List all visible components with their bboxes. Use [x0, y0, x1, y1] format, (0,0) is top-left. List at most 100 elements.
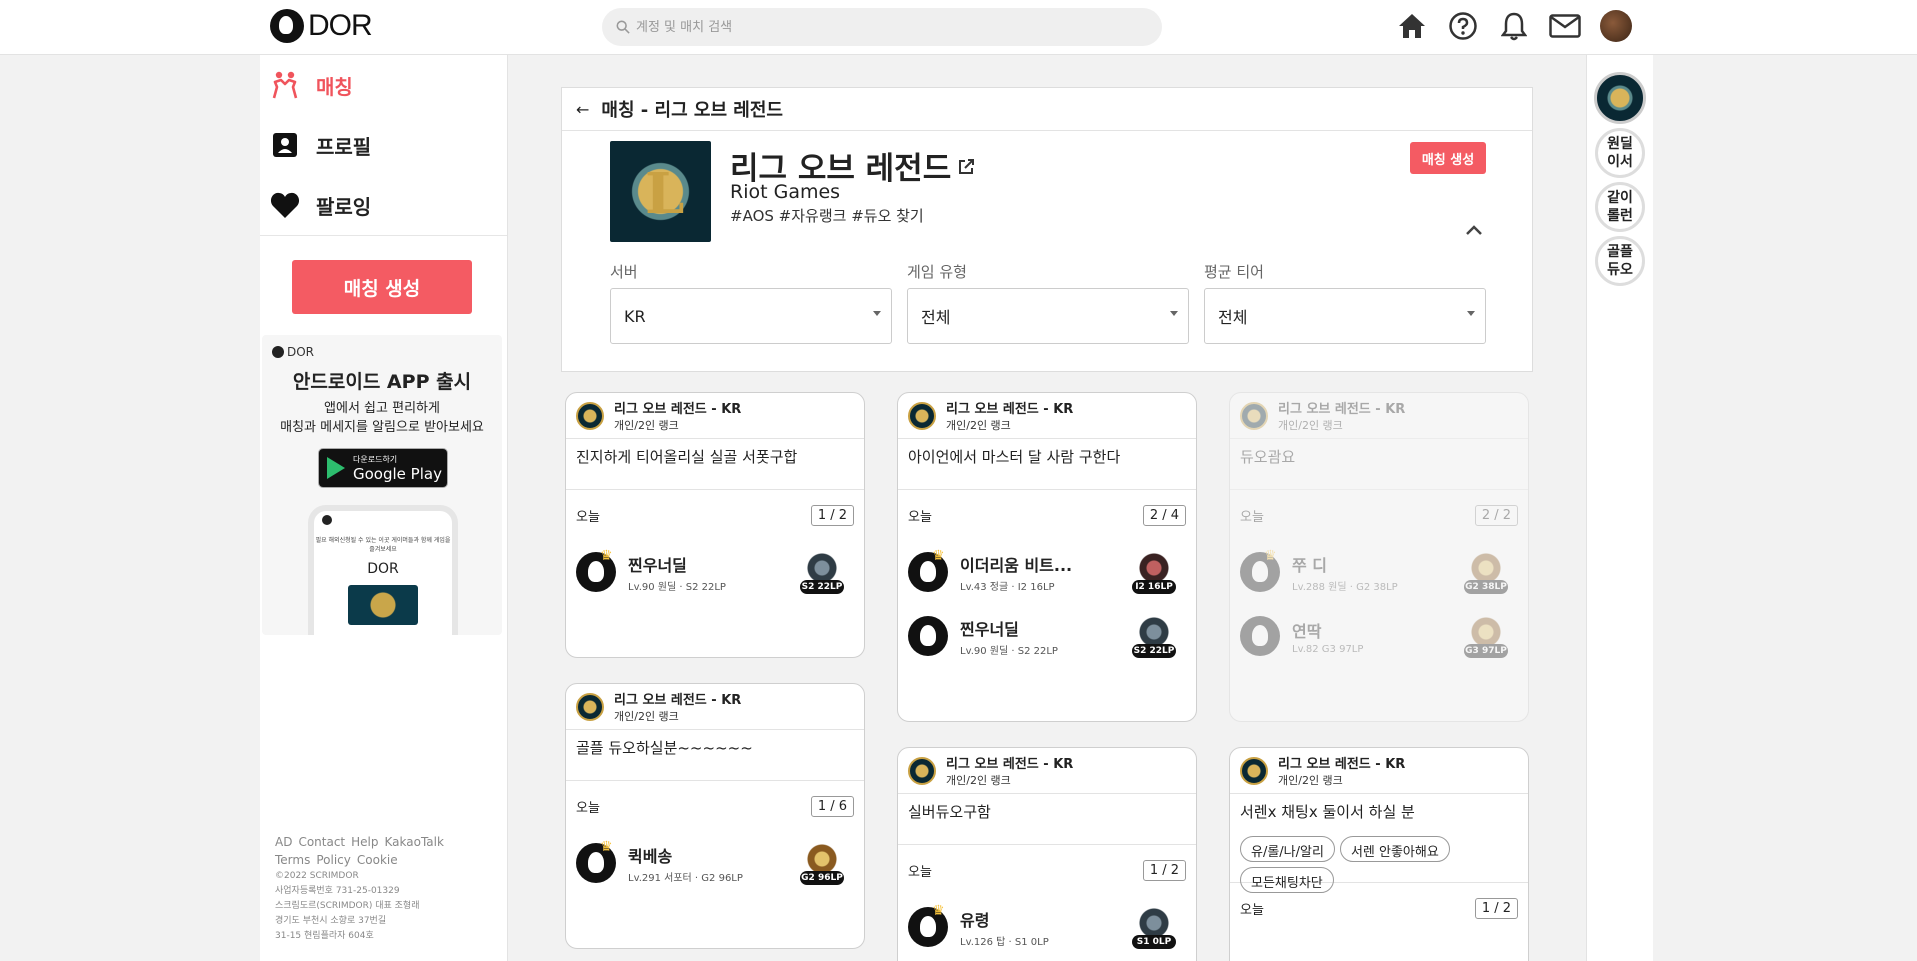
- crown-icon: ♛: [1264, 548, 1277, 564]
- crown-icon: ♛: [932, 548, 945, 564]
- rank-emblem-icon: S2 22LP: [1132, 614, 1176, 658]
- chevron-up-icon[interactable]: [1462, 218, 1486, 242]
- dropdown-caret-icon: [873, 311, 881, 316]
- room-shortcut[interactable]: 원딜 이서: [1595, 128, 1645, 178]
- filter-server: 서버 KR: [610, 261, 892, 344]
- game-logo-icon: [908, 756, 936, 785]
- card-title: 실버듀오구함: [898, 794, 1196, 845]
- footer: AD Contact Help KakaoTalk Terms Policy Cookie…: [275, 833, 505, 944]
- phone-text: 필요 해외신청될 수 있는 이곳 게이머들과 함께 게임을 즐겨보세요: [315, 537, 451, 553]
- footer-link-policy[interactable]: Policy: [316, 853, 351, 867]
- phone-logo: DOR: [367, 561, 399, 577]
- member-count: 2 / 2: [1474, 504, 1518, 526]
- google-play-button[interactable]: 다운로드하기 Google Play: [318, 448, 448, 488]
- card-mode: 개인/2인 랭크: [946, 774, 1011, 787]
- store-big-text: Google Play: [353, 464, 442, 483]
- player-row[interactable]: ♛ 퀵베송 Lv.291 서포터 · G2 96LP G2 96LP: [566, 831, 864, 895]
- footer-link-cookie[interactable]: Cookie: [357, 853, 398, 867]
- sidebar-item-matching[interactable]: 매칭: [260, 55, 507, 115]
- game-type-select[interactable]: 전체: [907, 288, 1189, 344]
- player-row[interactable]: ♛ 유령 Lv.126 탑 · S1 0LP S1 0LP: [898, 895, 1196, 959]
- create-match-button-small[interactable]: 매칭 생성: [1410, 142, 1486, 174]
- card-date: 오늘: [908, 864, 932, 880]
- rank-tag: S2 22LP: [1132, 644, 1176, 658]
- footer-link-help[interactable]: Help: [351, 835, 378, 849]
- mail-icon[interactable]: [1547, 8, 1583, 44]
- player-name: 이더리움 비트...: [960, 555, 1073, 575]
- filter-label: 게임 유형: [907, 263, 967, 281]
- card-date: 오늘: [1240, 902, 1264, 918]
- game-cover-image: L: [610, 141, 711, 242]
- external-link-icon[interactable]: [957, 148, 975, 184]
- player-row[interactable]: 연딱 Lv.82 G3 97LP G3 97LP: [1230, 604, 1528, 668]
- search-input[interactable]: [636, 19, 1136, 35]
- rank-emblem-icon: S2 22LP: [800, 550, 844, 594]
- footer-link-kakaotalk[interactable]: KakaoTalk: [385, 835, 444, 849]
- crown-icon: ♛: [600, 839, 613, 855]
- card-meta: 오늘 1 / 6: [566, 781, 864, 831]
- card-date: 오늘: [576, 509, 600, 525]
- rank-emblem-icon: G3 97LP: [1464, 614, 1508, 658]
- logo-icon: [272, 346, 284, 358]
- sidebar-item-label: 매칭: [316, 74, 353, 99]
- rank-emblem-icon: I2 16LP: [1132, 550, 1176, 594]
- match-card[interactable]: 리그 오브 레전드 - KR 개인/2인 랭크 골플 듀오하실분~~~~~~ 오늘…: [565, 683, 865, 949]
- footer-links: AD Contact Help KakaoTalk Terms Policy Cookie: [275, 833, 505, 869]
- filter-label: 서버: [610, 263, 638, 281]
- footer-link-contact[interactable]: Contact: [298, 835, 345, 849]
- help-icon[interactable]: [1445, 8, 1481, 44]
- tier-select[interactable]: 전체: [1204, 288, 1486, 344]
- room-shortcut[interactable]: 골플 듀오: [1595, 236, 1645, 286]
- card-title: 서렌x 채팅x 둘이서 하실 분: [1240, 803, 1415, 821]
- match-card[interactable]: 리그 오브 레전드 - KR 개인/2인 랭크 서렌x 채팅x 둘이서 하실 분 …: [1229, 747, 1529, 961]
- phone-game-image: [348, 585, 418, 625]
- game-shortcut-icon[interactable]: [1594, 72, 1646, 124]
- player-avatar: [1240, 616, 1280, 656]
- back-arrow-icon[interactable]: ←: [576, 100, 589, 119]
- match-card[interactable]: 리그 오브 레전드 - KR 개인/2인 랭크 아이언에서 마스터 달 사람 구한…: [897, 392, 1197, 722]
- app-ad-banner[interactable]: DOR 안드로이드 APP 출시 앱에서 쉽고 편리하게 매칭과 메세지를 알림…: [262, 335, 502, 635]
- filter-game-type: 게임 유형 전체: [907, 261, 1189, 344]
- room-shortcut[interactable]: 같이 롤런: [1595, 182, 1645, 232]
- rank-tag: S1 0LP: [1132, 935, 1176, 949]
- heart-icon: [270, 190, 300, 220]
- player-row[interactable]: ♛ 쭈 디 Lv.288 원딜 · G2 38LP G2 38LP: [1230, 540, 1528, 604]
- player-row[interactable]: ♛ 이더리움 비트... Lv.43 정글 · I2 16LP I2 16LP: [898, 540, 1196, 604]
- card-game: 리그 오브 레전드 - KR: [946, 402, 1074, 417]
- bell-icon[interactable]: [1496, 8, 1532, 44]
- rank-emblem-icon: S1 0LP: [1132, 905, 1176, 949]
- home-icon[interactable]: [1394, 8, 1430, 44]
- rank-emblem-icon: G2 96LP: [800, 841, 844, 885]
- sidebar-item-following[interactable]: 팔로잉: [260, 175, 507, 235]
- search-bar[interactable]: [602, 8, 1162, 46]
- footer-link-terms[interactable]: Terms: [275, 853, 310, 867]
- card-mode: 개인/2인 랭크: [946, 419, 1011, 432]
- game-panel: ← 매칭 - 리그 오브 레전드 L 리그 오브 레전드 Riot Games …: [561, 87, 1533, 372]
- member-count: 2 / 4: [1142, 504, 1186, 526]
- card-game: 리그 오브 레전드 - KR: [614, 402, 742, 417]
- select-value: 전체: [921, 308, 951, 327]
- user-avatar[interactable]: [1600, 10, 1632, 42]
- game-logo-icon: [908, 401, 936, 430]
- ad-subtitle: 앱에서 쉽고 편리하게: [324, 401, 440, 416]
- player-details: Lv.43 정글 · I2 16LP: [960, 581, 1055, 593]
- logo-icon: [322, 515, 332, 525]
- company-info: 31-15 현림플라자 604호: [275, 931, 374, 941]
- member-count: 1 / 2: [1474, 897, 1518, 919]
- player-row[interactable]: 찐우너딜 Lv.90 원딜 · S2 22LP S2 22LP: [898, 604, 1196, 668]
- card-header: 리그 오브 레전드 - KR 개인/2인 랭크: [566, 684, 864, 730]
- rank-tag: S2 22LP: [800, 580, 844, 594]
- footer-link-ad[interactable]: AD: [275, 835, 292, 849]
- server-select[interactable]: KR: [610, 288, 892, 344]
- panel-header: ← 매칭 - 리그 오브 레전드: [562, 88, 1532, 131]
- card-header: 리그 오브 레전드 - KR 개인/2인 랭크: [1230, 393, 1528, 439]
- match-card[interactable]: 리그 오브 레전드 - KR 개인/2인 랭크 진지하게 티어올리실 실골 서폿구…: [565, 392, 865, 658]
- match-card[interactable]: 리그 오브 레전드 - KR 개인/2인 랭크 실버듀오구함 오늘 1 / 2 ♛…: [897, 747, 1197, 961]
- sidebar-item-profile[interactable]: 프로필: [260, 115, 507, 175]
- create-match-button[interactable]: 매칭 생성: [292, 260, 472, 314]
- player-row[interactable]: ♛ 찐우너딜 Lv.90 원딜 · S2 22LP S2 22LP: [566, 540, 864, 604]
- card-game: 리그 오브 레전드 - KR: [1278, 757, 1406, 772]
- match-card-full[interactable]: 리그 오브 레전드 - KR 개인/2인 랭크 듀오괌요 오늘 2 / 2 ♛ 쭈…: [1229, 392, 1529, 722]
- logo[interactable]: DOR: [270, 8, 373, 44]
- rank-tag: G3 97LP: [1464, 644, 1508, 658]
